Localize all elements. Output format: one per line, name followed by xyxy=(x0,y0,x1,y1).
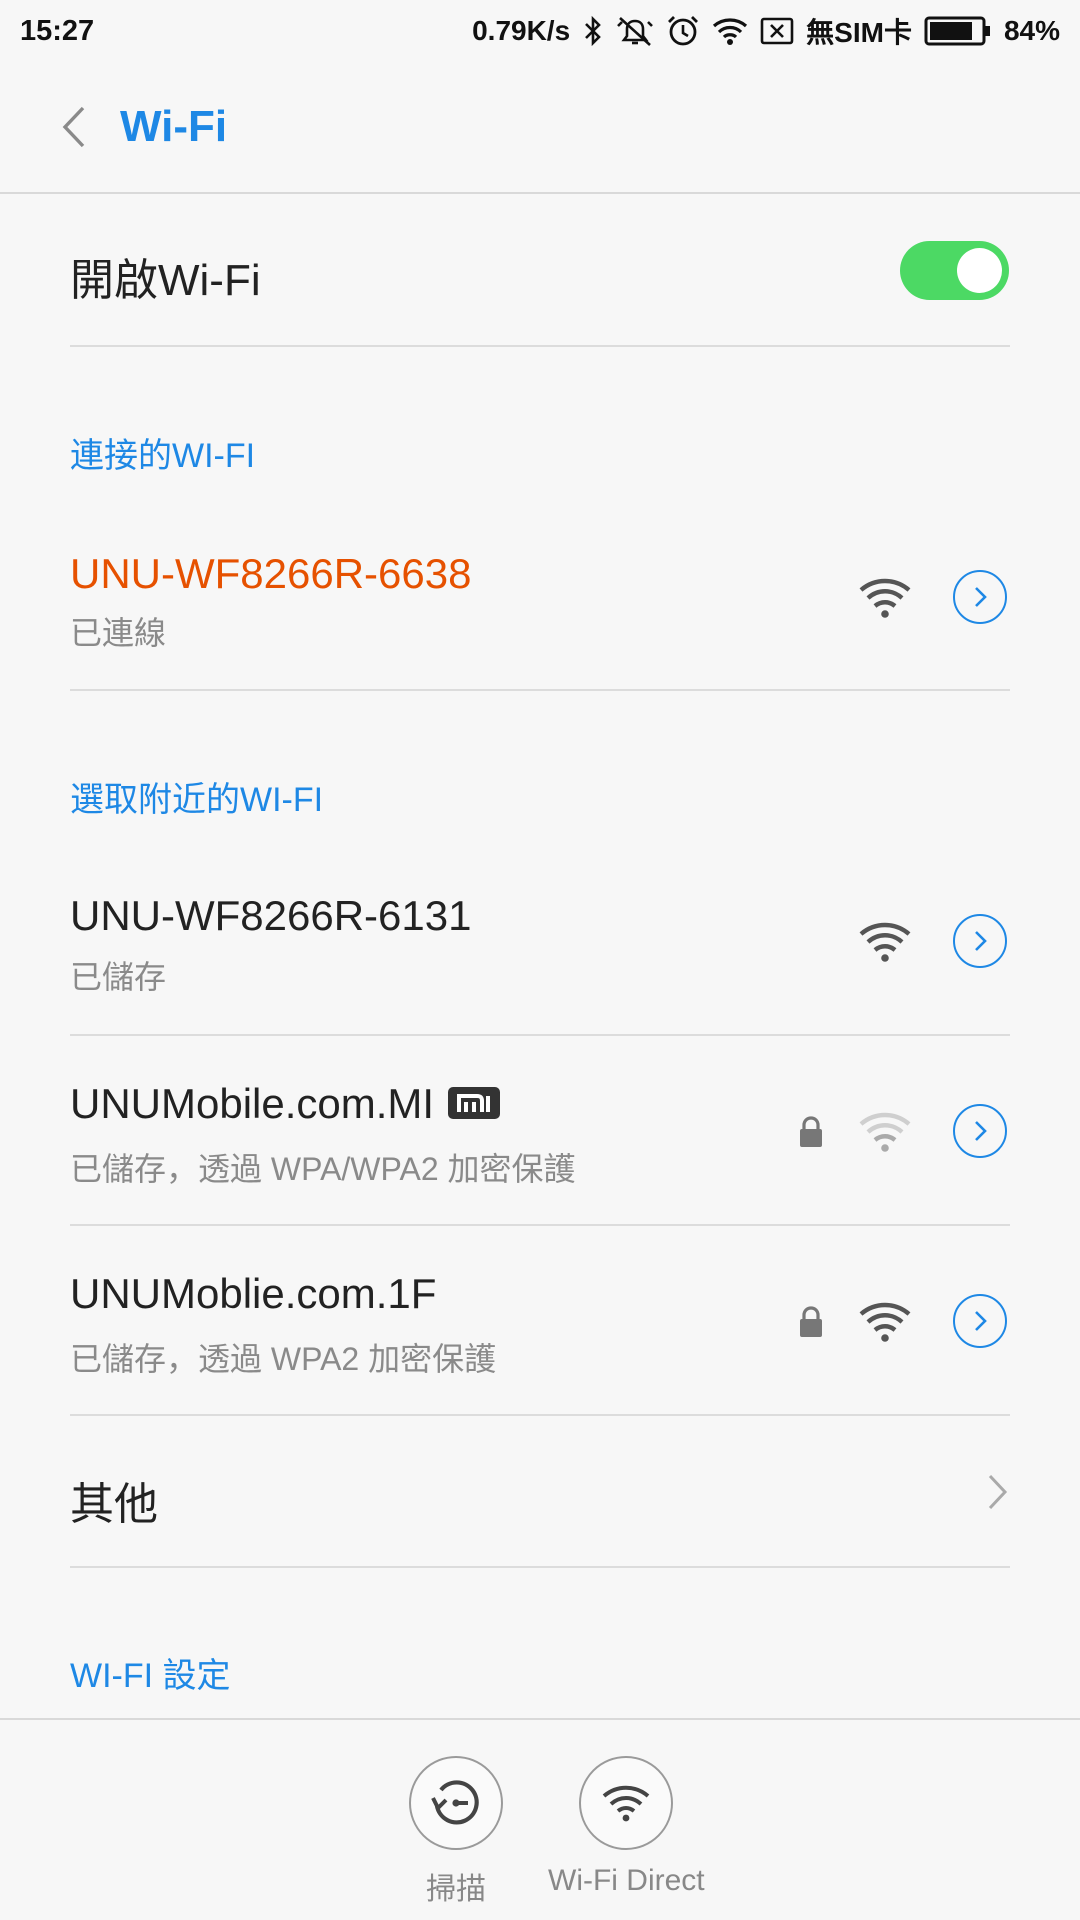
other-network-row[interactable]: 其他 xyxy=(0,1416,1080,1568)
alarm-icon xyxy=(666,14,700,48)
chevron-right-icon xyxy=(975,931,987,951)
network-detail-button[interactable] xyxy=(953,914,1007,968)
wifi-toggle-label: 開啟Wi-Fi xyxy=(70,256,261,305)
wifi-settings-link[interactable]: WI-FI 設定 xyxy=(70,1648,231,1697)
back-button[interactable] xyxy=(44,97,104,157)
battery-icon xyxy=(924,16,992,46)
chevron-right-icon xyxy=(988,1474,1008,1510)
network-row[interactable]: UNU-WF8266R-6131 已儲存 xyxy=(0,876,1080,1036)
scan-icon xyxy=(409,1756,503,1850)
chevron-right-icon xyxy=(975,587,987,607)
wifi-direct-label: Wi-Fi Direct xyxy=(548,1864,705,1897)
status-time: 15:27 xyxy=(20,14,95,47)
lock-icon xyxy=(800,1306,822,1337)
network-detail-button[interactable] xyxy=(953,570,1007,624)
mi-logo-icon xyxy=(448,1087,501,1119)
status-bar: 15:27 0.79K/s 無SIM卡 84% xyxy=(0,0,1080,62)
bottom-action-bar: 掃描 Wi-Fi Direct xyxy=(0,1718,1080,1920)
nearby-section-label: 選取附近的WI-FI xyxy=(70,781,324,819)
status-icons: 0.79K/s 無SIM卡 84% xyxy=(472,11,1060,51)
network-name-wrap: UNUMobile.com.MI xyxy=(70,1080,501,1128)
network-name: UNUMoblie.com.1F xyxy=(70,1270,437,1317)
lock-icon xyxy=(800,1116,822,1147)
network-status: 已儲存，透過 WPA2 加密保護 xyxy=(70,1341,497,1377)
network-row[interactable]: UNUMobile.com.MI 已儲存，透過 WPA/WPA2 加密保護 xyxy=(0,1036,1080,1226)
network-row[interactable]: UNUMoblie.com.1F 已儲存，透過 WPA2 加密保護 xyxy=(0,1226,1080,1416)
wifi-signal-icon xyxy=(859,1302,911,1342)
header: Wi-Fi xyxy=(0,62,1080,194)
connected-network-status: 已連線 xyxy=(70,615,167,651)
mute-icon xyxy=(616,14,654,48)
network-name: UNUMobile.com.MI xyxy=(70,1080,435,1127)
network-status: 已儲存 xyxy=(70,959,167,995)
chevron-right-icon xyxy=(975,1311,987,1331)
wifi-weak-signal-icon xyxy=(859,1112,911,1152)
connected-section-label: 連接的WI-FI xyxy=(70,437,256,475)
scan-button[interactable]: 掃描 xyxy=(409,1756,503,1908)
divider xyxy=(70,1566,1010,1568)
connected-network-name: UNU-WF8266R-6638 xyxy=(70,550,472,597)
page-title: Wi-Fi xyxy=(120,102,228,151)
sim-status: 無SIM卡 xyxy=(806,17,912,48)
chevron-right-icon xyxy=(975,1121,987,1141)
chevron-left-icon xyxy=(62,106,85,148)
divider xyxy=(70,345,1010,347)
network-name: UNU-WF8266R-6131 xyxy=(70,892,472,939)
wifi-direct-button[interactable]: Wi-Fi Direct xyxy=(548,1756,705,1898)
wifi-status-icon xyxy=(712,16,748,46)
wifi-direct-icon xyxy=(579,1756,674,1850)
scan-label: 掃描 xyxy=(426,1873,486,1906)
toggle-knob xyxy=(957,248,1002,293)
network-speed: 0.79K/s xyxy=(472,15,571,46)
wifi-signal-icon xyxy=(859,578,911,618)
bluetooth-icon xyxy=(582,15,604,47)
connected-network-row[interactable]: UNU-WF8266R-6638 已連線 xyxy=(0,530,1080,690)
other-label: 其他 xyxy=(70,1480,158,1529)
no-sim-icon xyxy=(760,16,794,46)
battery-percent: 84% xyxy=(1003,15,1060,46)
divider xyxy=(70,689,1010,691)
network-status: 已儲存，透過 WPA/WPA2 加密保護 xyxy=(70,1151,576,1187)
network-detail-button[interactable] xyxy=(953,1294,1007,1348)
wifi-settings-screen: 15:27 0.79K/s 無SIM卡 84% Wi-Fi 開啟Wi-Fi 連接… xyxy=(0,0,1080,1920)
wifi-signal-icon xyxy=(859,922,911,962)
wifi-toggle[interactable] xyxy=(900,241,1009,300)
network-detail-button[interactable] xyxy=(953,1104,1007,1158)
